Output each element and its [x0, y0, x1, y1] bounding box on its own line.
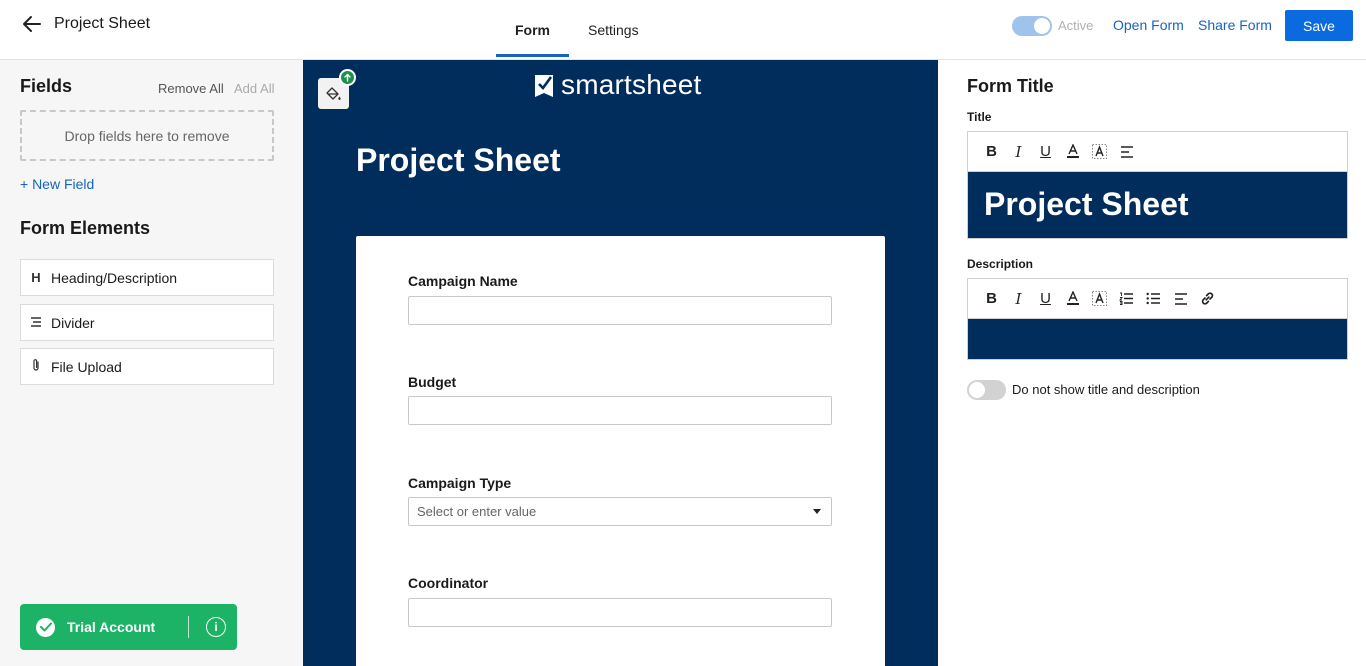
text-color-icon[interactable] [1059, 287, 1086, 311]
upload-badge-icon [339, 69, 356, 86]
question-label: Campaign Name [408, 273, 518, 289]
panel-heading: Form Title [967, 76, 1054, 96]
add-all-link[interactable]: Add All [234, 81, 274, 96]
remove-dropzone[interactable]: Drop fields here to remove [20, 110, 274, 161]
align-left-icon[interactable] [1113, 140, 1140, 164]
title-format-toolbar: B I U [967, 131, 1348, 172]
back-arrow-icon[interactable] [20, 12, 44, 36]
coordinator-input[interactable] [408, 598, 832, 627]
element-label: File Upload [51, 358, 122, 375]
budget-input[interactable] [408, 396, 832, 425]
heading-icon: H [31, 270, 41, 285]
description-label: Description [967, 257, 1034, 271]
question-label: Coordinator [408, 575, 489, 591]
form-preview: smartsheet Project Sheet Campaign Name B… [303, 60, 938, 666]
underline-icon[interactable]: U [1032, 140, 1059, 164]
trial-account-badge[interactable]: Trial Account i [20, 604, 237, 650]
form-elements-heading: Form Elements [20, 218, 151, 238]
hide-title-label: Do not show title and description [1012, 382, 1200, 397]
element-file-upload[interactable]: File Upload [20, 348, 274, 385]
highlight-icon[interactable] [1086, 287, 1113, 311]
bold-icon[interactable]: B [978, 287, 1005, 311]
question-label: Campaign Type [408, 475, 512, 491]
divider-icon [21, 315, 51, 330]
campaign-type-select[interactable]: Select or enter value [408, 497, 832, 526]
smartsheet-logo: smartsheet [535, 68, 702, 102]
fields-panel: Fields Remove All Add All Drop fields he… [0, 60, 303, 666]
element-label: Divider [51, 314, 95, 331]
logo-wordmark: smartsheet [561, 69, 702, 100]
select-placeholder: Select or enter value [417, 504, 537, 519]
italic-icon[interactable]: I [1005, 140, 1032, 164]
bullet-list-icon[interactable] [1140, 287, 1167, 311]
element-divider[interactable]: Divider [20, 304, 274, 341]
toggle-knob [969, 382, 985, 398]
chevron-down-icon [813, 509, 821, 514]
tab-settings[interactable]: Settings [588, 22, 639, 38]
underline-icon[interactable]: U [1032, 287, 1059, 311]
share-form-link[interactable]: Share Form [1198, 17, 1272, 33]
fields-heading: Fields [20, 76, 73, 96]
trial-account-label: Trial Account [67, 619, 156, 635]
align-left-icon[interactable] [1167, 287, 1194, 311]
highlight-icon[interactable] [1086, 140, 1113, 164]
campaign-name-input[interactable] [408, 296, 832, 325]
description-format-toolbar: B I U [967, 278, 1348, 319]
title-label: Title [967, 110, 992, 124]
text-color-icon[interactable] [1059, 140, 1086, 164]
italic-icon[interactable]: I [1005, 287, 1032, 311]
element-label: Heading/Description [51, 269, 178, 286]
bold-icon[interactable]: B [978, 140, 1005, 164]
check-circle-icon [36, 617, 55, 637]
element-heading-description[interactable]: H Heading/Description [20, 259, 274, 296]
link-icon[interactable] [1194, 287, 1221, 311]
numbered-list-icon[interactable] [1113, 287, 1140, 311]
top-bar: Project Sheet Form Settings Active Open … [0, 0, 1366, 60]
trial-divider [188, 616, 189, 638]
form-title: Project Sheet [356, 142, 561, 178]
new-field-link[interactable]: + New Field [20, 176, 94, 192]
description-editor[interactable] [967, 319, 1348, 360]
save-button[interactable]: Save [1285, 10, 1353, 41]
active-toggle[interactable] [1012, 16, 1052, 36]
question-label: Budget [408, 374, 457, 390]
paperclip-icon [21, 358, 51, 375]
info-icon[interactable]: i [206, 617, 226, 637]
open-form-link[interactable]: Open Form [1113, 17, 1184, 33]
toggle-knob [1034, 18, 1050, 34]
active-toggle-label: Active [1058, 18, 1094, 33]
active-tab-indicator [496, 54, 569, 57]
tab-form[interactable]: Form [515, 22, 550, 38]
form-card: Campaign Name Budget Campaign Type Selec… [356, 236, 885, 666]
sheet-title: Project Sheet [54, 15, 151, 32]
form-title-panel: Form Title Title B I U Project Sheet Des… [938, 60, 1366, 666]
hide-title-toggle[interactable] [967, 380, 1006, 400]
remove-all-link[interactable]: Remove All [158, 81, 224, 96]
title-editor[interactable]: Project Sheet [967, 172, 1348, 239]
smartsheet-logo-icon [535, 75, 553, 97]
